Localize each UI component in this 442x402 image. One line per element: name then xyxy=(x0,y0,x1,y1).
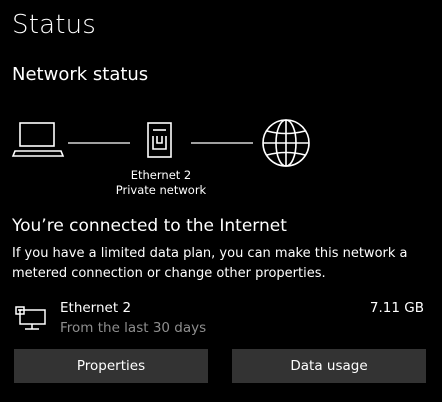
usage-amount: 7.11 GB xyxy=(369,300,424,316)
adapter-name-label: Ethernet 2 xyxy=(130,168,192,182)
laptop-icon xyxy=(11,122,65,157)
network-diagram-graphic xyxy=(11,119,310,167)
connection-description: If you have a limited data plan, you can… xyxy=(12,246,408,281)
globe-icon xyxy=(262,119,310,167)
usage-adapter-name: Ethernet 2 xyxy=(60,300,132,316)
network-computer-icon xyxy=(15,306,46,330)
data-usage-row: Ethernet 2 From the last 30 days 7.11 GB xyxy=(12,300,430,340)
data-usage-button[interactable]: Data usage xyxy=(232,349,426,383)
properties-button[interactable]: Properties xyxy=(14,349,208,383)
adapter-labels: Ethernet 2 Private network xyxy=(100,168,222,198)
network-type-label: Private network xyxy=(115,183,207,197)
network-status-heading: Network status xyxy=(12,64,149,85)
ethernet-port-icon xyxy=(147,122,172,158)
usage-period: From the last 30 days xyxy=(60,320,207,336)
connection-title: You’re connected to the Internet xyxy=(12,216,287,236)
page-title: Status xyxy=(12,10,97,40)
